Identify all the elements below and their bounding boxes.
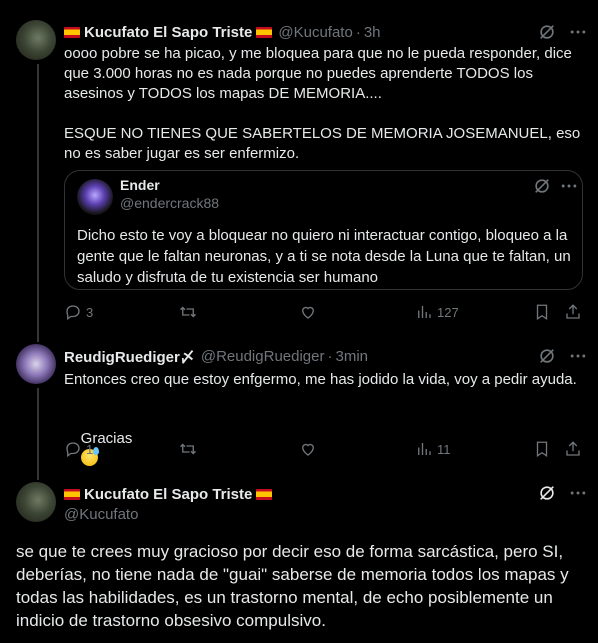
- like-icon: [302, 306, 314, 319]
- views-icon: [418, 443, 431, 455]
- reply-icon: [66, 305, 80, 321]
- grok-icon[interactable]: [538, 347, 556, 365]
- separator-dot: ·: [355, 23, 361, 41]
- display-name[interactable]: Kucufato El Sapo Triste: [84, 24, 252, 41]
- separator-dot: ·: [327, 347, 333, 365]
- post-handle-row: @Kucufato: [64, 504, 138, 524]
- views-button[interactable]: 11: [415, 440, 451, 458]
- post-reudigruediger[interactable]: ReudigRuediger〆 @ReudigRuediger · 3min E…: [0, 336, 598, 470]
- views-count: 11: [437, 441, 451, 457]
- bookmark-icon: [536, 304, 548, 321]
- timestamp[interactable]: 3min: [335, 348, 368, 365]
- handle[interactable]: @Kucufato: [278, 24, 352, 41]
- views-icon: [418, 306, 431, 318]
- more-icon[interactable]: [569, 23, 587, 41]
- quoted-post[interactable]: Ender @endercrack88 Dicho esto te voy a …: [64, 170, 583, 290]
- more-icon[interactable]: [569, 484, 587, 502]
- handle[interactable]: @Kucufato: [64, 506, 138, 523]
- views-count: 127: [437, 304, 459, 320]
- share-button[interactable]: [564, 303, 582, 321]
- reply-button[interactable]: 3: [64, 303, 93, 321]
- bookmark-button[interactable]: [533, 303, 551, 321]
- like-button[interactable]: [299, 440, 317, 458]
- post-text-line: Entonces creo que estoy enfgermo, me has…: [64, 371, 577, 388]
- spain-flag-icon: [64, 488, 80, 500]
- reply-count: 1: [86, 441, 94, 457]
- display-name[interactable]: ReudigRuediger〆: [64, 346, 195, 367]
- repost-button[interactable]: [179, 303, 197, 321]
- thread-line: [37, 336, 39, 342]
- avatar[interactable]: [16, 20, 56, 60]
- like-icon: [302, 443, 314, 456]
- share-icon: [566, 441, 580, 456]
- quoted-handle: @endercrack88: [120, 195, 220, 211]
- grok-icon[interactable]: [533, 177, 551, 195]
- post-header: Kucufato El Sapo Triste @Kucufato · 3h: [64, 22, 381, 42]
- reply-icon: [66, 442, 80, 458]
- spain-flag-icon: [256, 26, 273, 38]
- repost-icon: [180, 443, 196, 455]
- bookmark-button[interactable]: [533, 440, 551, 458]
- spain-flag-icon: [64, 26, 80, 38]
- action-bar: 3 127: [64, 303, 582, 323]
- handle[interactable]: @ReudigRuediger: [201, 348, 325, 365]
- more-icon[interactable]: [560, 177, 578, 195]
- quoted-display-name: Ender: [120, 177, 160, 193]
- quoted-text: Dicho esto te voy a bloquear no quiero n…: [77, 227, 571, 286]
- more-icon[interactable]: [569, 347, 587, 365]
- reply-count: 3: [86, 304, 94, 320]
- thread-line: [37, 470, 39, 480]
- timestamp[interactable]: 3h: [364, 24, 381, 41]
- thread-line: [37, 388, 39, 470]
- thread-line: [37, 64, 39, 342]
- reply-button[interactable]: 1: [64, 440, 93, 458]
- post-text: oooo pobre se ha picao, y me bloquea par…: [64, 45, 581, 162]
- views-button[interactable]: 127: [415, 303, 459, 321]
- post-header: Kucufato El Sapo Triste: [64, 484, 276, 504]
- share-icon: [566, 304, 580, 319]
- grok-icon[interactable]: [538, 484, 556, 502]
- bookmark-icon: [536, 441, 548, 458]
- share-button[interactable]: [564, 440, 582, 458]
- spain-flag-icon: [256, 488, 273, 500]
- avatar[interactable]: [16, 482, 56, 522]
- quoted-avatar: [77, 179, 113, 215]
- focused-post-text: se que te crees muy gracioso por decir e…: [16, 542, 569, 630]
- repost-icon: [180, 306, 196, 318]
- repost-button[interactable]: [179, 440, 197, 458]
- action-bar: 1 11: [64, 440, 582, 460]
- like-button[interactable]: [299, 303, 317, 321]
- post-kucufato-1[interactable]: Kucufato El Sapo Triste @Kucufato · 3h o…: [0, 0, 598, 342]
- avatar[interactable]: [16, 344, 56, 384]
- display-name[interactable]: Kucufato El Sapo Triste: [84, 486, 252, 503]
- grok-icon[interactable]: [538, 23, 556, 41]
- post-header: ReudigRuediger〆 @ReudigRuediger · 3min: [64, 346, 368, 366]
